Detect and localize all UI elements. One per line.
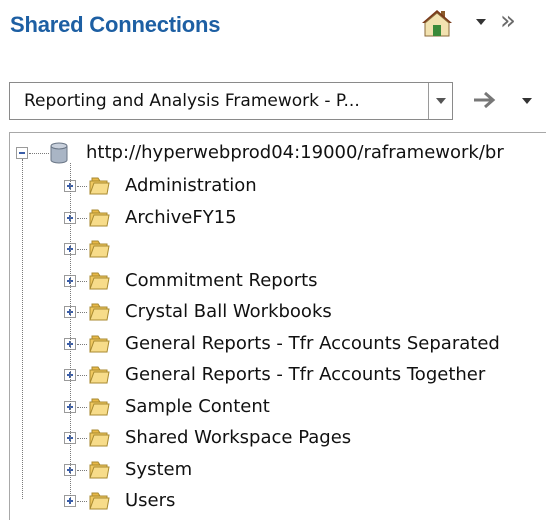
tree-connector [77,249,87,250]
tree-connector [77,470,87,471]
tree-item[interactable]: Users [125,486,175,516]
folder-icon [89,177,110,195]
panel-title: Shared Connections [10,12,221,37]
folder-icon [89,335,110,353]
folder-icon [89,209,110,227]
tree-connector [77,218,87,219]
collapse-toggle[interactable] [16,147,28,159]
tree-item[interactable]: Shared Workspace Pages [125,423,351,453]
folder-icon [89,366,110,384]
tree-item[interactable]: Crystal Ball Workbooks [125,297,332,327]
select-dropdown-button[interactable] [428,83,452,119]
chevron-down-icon [436,98,446,104]
tree-item-label: General Reports - Tfr Accounts Separated [125,333,500,354]
dropdown-arrow-icon[interactable] [474,16,488,28]
database-icon [50,142,68,164]
tree-item[interactable]: General Reports - Tfr Accounts Separated [125,329,500,359]
home-icon[interactable] [420,8,454,38]
tree-item-label: Crystal Ball Workbooks [125,301,332,322]
folder-icon [89,272,110,290]
tree-root-item[interactable]: http://hyperwebprod04:19000/raframework/… [86,138,504,168]
tree-item-label: ArchiveFY15 [125,207,237,228]
dropdown-arrow-icon[interactable] [520,95,534,107]
double-chevron-right-icon[interactable]: » [500,6,516,36]
tree-item-label: General Reports - Tfr Accounts Together [125,364,486,385]
tree-root-label: http://hyperwebprod04:19000/raframework/… [86,142,504,163]
tree-connector [77,407,87,408]
connection-tree: http://hyperwebprod04:19000/raframework/… [9,132,546,520]
tree-connector [77,344,87,345]
tree-item[interactable]: System [125,455,192,485]
tree-connector [77,438,87,439]
tree-child-spine [70,163,71,498]
connection-select-value: Reporting and Analysis Framework - P... [24,91,360,111]
folder-icon [89,461,110,479]
folder-icon [89,240,110,258]
tree-item[interactable]: ArchiveFY15 [125,203,237,233]
tree-connector [77,501,87,502]
tree-connector [77,375,87,376]
tree-item-label: Users [125,490,176,511]
tree-connector [77,312,87,313]
folder-icon [89,303,110,321]
tree-item-label: Commitment Reports [125,270,318,291]
tree-item[interactable]: Commitment Reports [125,266,318,296]
tree-item-label: System [125,459,193,480]
tree-item[interactable]: Sample Content [125,392,270,422]
tree-connector [77,281,87,282]
folder-icon [89,492,110,510]
folder-icon [89,398,110,416]
tree-item-label: Administration [125,175,257,196]
tree-item[interactable]: Administration [125,171,257,201]
tree-connector [29,153,49,154]
tree-spine [22,159,23,499]
tree-item-label: Sample Content [125,396,270,417]
tree-item[interactable]: General Reports - Tfr Accounts Together [125,360,485,390]
folder-icon [89,429,110,447]
tree-item-label: Shared Workspace Pages [125,427,352,448]
connection-select[interactable]: Reporting and Analysis Framework - P... [9,82,453,120]
tree-connector [77,186,87,187]
arrow-right-icon[interactable] [470,88,500,112]
